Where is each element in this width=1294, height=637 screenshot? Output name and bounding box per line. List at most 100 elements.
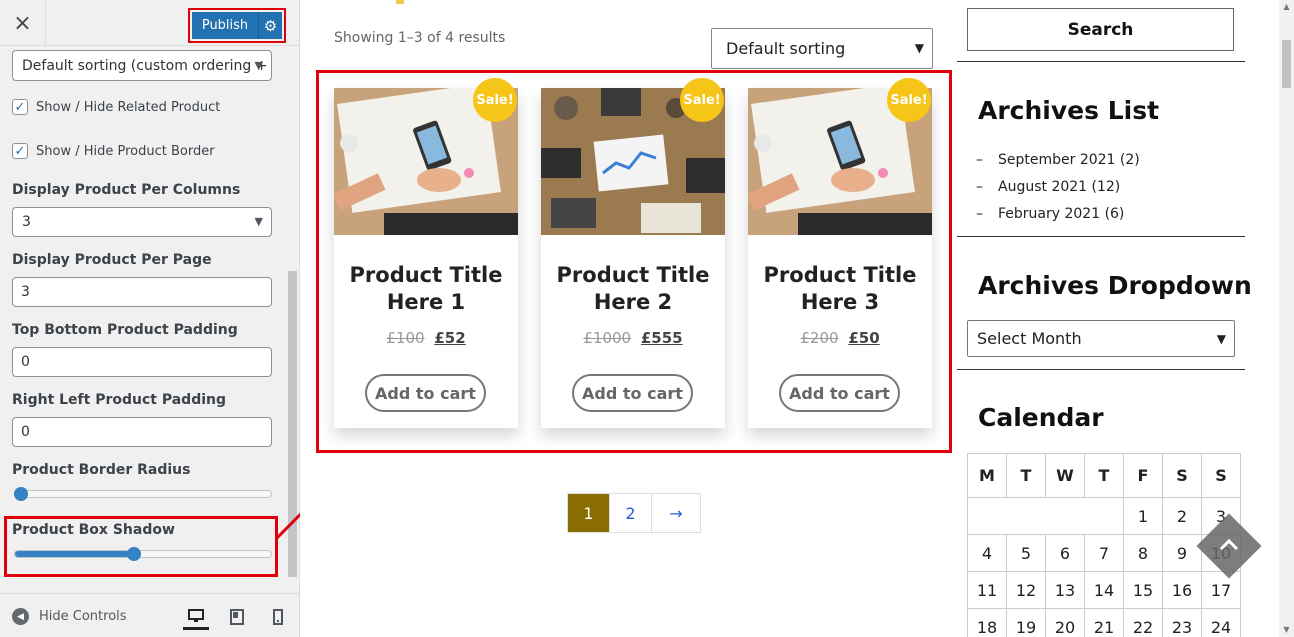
sorting-select-value: Default sorting (custom ordering + r	[22, 57, 272, 74]
calendar-day: 2	[1162, 497, 1202, 535]
search-button[interactable]: Search	[967, 8, 1234, 51]
rl-padding-label: Right Left Product Padding	[12, 392, 227, 408]
gear-icon[interactable]: ⚙	[258, 12, 282, 39]
weekday-header: T	[1084, 453, 1124, 498]
list-item[interactable]: – September 2021 (2)	[976, 146, 1140, 173]
calendar-row: 11 12 13 14 15 16 17	[967, 571, 1241, 609]
desktop-preview-icon[interactable]	[183, 604, 209, 630]
calendar-day: 14	[1084, 571, 1124, 609]
next-page-link[interactable]: →	[652, 494, 700, 532]
publish-button[interactable]: Publish	[192, 12, 258, 39]
archive-link[interactable]: September 2021 (2)	[998, 152, 1140, 168]
calendar-day: 9	[1162, 534, 1202, 572]
product-price: £100 £52	[334, 329, 518, 347]
slider-handle[interactable]	[14, 487, 28, 501]
calendar-row: 1 2 3	[967, 497, 1241, 535]
product-title-line1: Product Title	[556, 263, 710, 287]
add-to-cart-button[interactable]: Add to cart	[779, 374, 900, 412]
calendar-day: 16	[1162, 571, 1202, 609]
rl-padding-input[interactable]: 0	[12, 417, 272, 447]
calendar-day: 24	[1201, 608, 1241, 637]
per-columns-value: 3	[22, 214, 31, 230]
arrow-left-icon: ◀	[12, 608, 29, 625]
month-select-value: Select Month	[977, 329, 1082, 348]
related-product-label: Show / Hide Related Product	[36, 99, 221, 115]
sale-price: £52	[434, 329, 466, 347]
archives-title: Archives List	[978, 96, 1160, 125]
calendar-day: 5	[1006, 534, 1046, 572]
month-select[interactable]: Select Month ▼	[967, 320, 1235, 357]
site-preview: Showing 1–3 of 4 results Default sorting…	[300, 0, 1294, 637]
calendar-day: 8	[1123, 534, 1163, 572]
product-card: Sale! Product Title Here 1 £100 £52 Add …	[334, 78, 518, 428]
calendar-pad	[967, 497, 1124, 535]
product-price: £200 £50	[748, 329, 932, 347]
close-icon[interactable]: ×	[0, 0, 46, 46]
customizer-header: × Publish ⚙	[0, 0, 299, 46]
box-shadow-highlight	[4, 516, 278, 577]
customizer-panel: × Publish ⚙ Default sorting (custom orde…	[0, 0, 300, 637]
product-border-toggle[interactable]: ✓ Show / Hide Product Border	[12, 143, 215, 159]
add-to-cart-button[interactable]: Add to cart	[365, 374, 486, 412]
checkbox-checked-icon[interactable]: ✓	[12, 143, 28, 159]
product-price: £1000 £555	[541, 329, 725, 347]
divider	[957, 61, 1245, 62]
weekday-header: F	[1123, 453, 1163, 498]
product-border-label: Show / Hide Product Border	[36, 143, 215, 159]
add-to-cart-button[interactable]: Add to cart	[572, 374, 693, 412]
archive-link[interactable]: August 2021 (12)	[998, 179, 1120, 195]
orderby-select[interactable]: Default sorting ▼	[711, 28, 933, 69]
mobile-preview-icon[interactable]	[265, 604, 291, 630]
calendar-row: 4 5 6 7 8 9 10	[967, 534, 1241, 572]
decorative-accent	[396, 0, 404, 4]
product-title-line2: Here 2	[593, 290, 673, 314]
calendar-day: 7	[1084, 534, 1124, 572]
archive-link[interactable]: February 2021 (6)	[998, 206, 1124, 222]
weekday-header: W	[1045, 453, 1085, 498]
list-item[interactable]: – February 2021 (6)	[976, 200, 1140, 227]
product-title[interactable]: Product Title Here 1	[334, 262, 518, 316]
pagination: 1 2 →	[567, 493, 701, 533]
checkbox-checked-icon[interactable]: ✓	[12, 99, 28, 115]
list-item[interactable]: – August 2021 (12)	[976, 173, 1140, 200]
product-title-line1: Product Title	[349, 263, 503, 287]
calendar-day: 20	[1045, 608, 1085, 637]
calendar-day: 21	[1084, 608, 1124, 637]
old-price: £1000	[583, 329, 632, 347]
page-link-2[interactable]: 2	[610, 494, 652, 532]
calendar-day: 13	[1045, 571, 1085, 609]
product-title[interactable]: Product Title Here 2	[541, 262, 725, 316]
weekday-header: S	[1162, 453, 1202, 498]
per-columns-select[interactable]: 3 ▼	[12, 207, 272, 237]
sale-price: £50	[848, 329, 880, 347]
scroll-down-icon[interactable]: ▼	[1279, 625, 1294, 634]
page-current: 1	[568, 494, 610, 532]
related-product-toggle[interactable]: ✓ Show / Hide Related Product	[12, 99, 220, 115]
old-price: £200	[800, 329, 839, 347]
tb-padding-input[interactable]: 0	[12, 347, 272, 377]
sale-badge: Sale!	[887, 78, 931, 122]
calendar-day: 23	[1162, 608, 1202, 637]
scroll-up-icon[interactable]: ▲	[1279, 2, 1294, 11]
chevron-down-icon: ▼	[914, 41, 924, 55]
hide-controls-label: Hide Controls	[39, 609, 127, 624]
border-radius-slider[interactable]	[14, 487, 272, 501]
product-title-line2: Here 3	[800, 290, 880, 314]
per-page-input[interactable]: 3	[12, 277, 272, 307]
old-price: £100	[386, 329, 425, 347]
chevron-up-icon[interactable]	[1216, 529, 1242, 559]
product-title[interactable]: Product Title Here 3	[748, 262, 932, 316]
tb-padding-label: Top Bottom Product Padding	[12, 322, 238, 338]
weekday-header: M	[967, 453, 1007, 498]
page-scrollbar[interactable]: ▲ ▼	[1279, 0, 1294, 637]
scrollbar-thumb[interactable]	[1282, 40, 1291, 88]
per-page-label: Display Product Per Page	[12, 252, 212, 268]
calendar-day: 15	[1123, 571, 1163, 609]
per-columns-label: Display Product Per Columns	[12, 182, 241, 198]
tablet-preview-icon[interactable]	[224, 604, 250, 630]
product-title-line2: Here 1	[386, 290, 466, 314]
sorting-select[interactable]: Default sorting (custom ordering + r ▼	[12, 50, 272, 81]
calendar-day: 11	[967, 571, 1007, 609]
hide-controls-button[interactable]: ◀ Hide Controls	[12, 608, 127, 625]
divider	[957, 236, 1245, 237]
